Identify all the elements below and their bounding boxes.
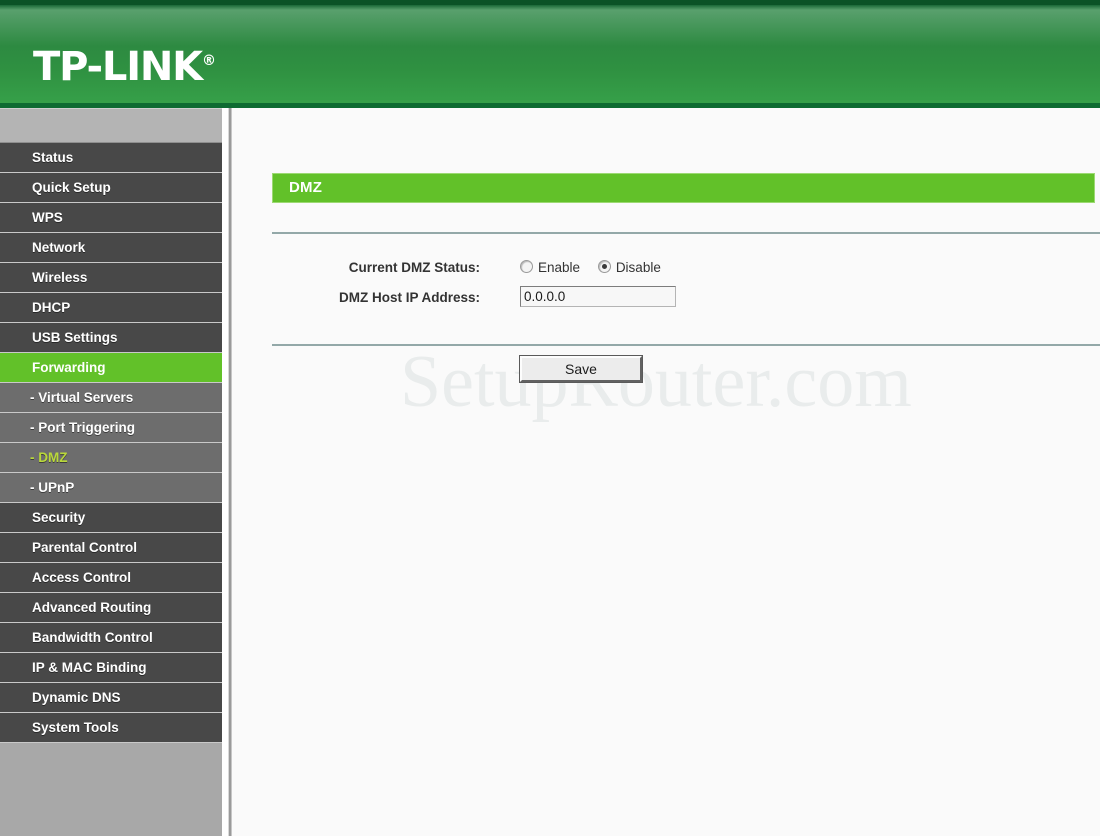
sidebar-item-dhcp[interactable]: DHCP <box>0 293 222 323</box>
registered-mark-icon: ® <box>201 53 216 69</box>
app-header: TP-LINK® <box>0 0 1100 103</box>
radio-enable-label: Enable <box>538 260 581 275</box>
dmz-status-row: Current DMZ Status: Enable Disable <box>232 258 1100 282</box>
sidebar-item-wireless[interactable]: Wireless <box>0 263 222 293</box>
sidebar-item-parental-control[interactable]: Parental Control <box>0 533 222 563</box>
main-content: SetupRouter.com DMZ Current DMZ Status: … <box>232 108 1100 836</box>
page-title: DMZ <box>289 179 323 196</box>
sidebar-top-spacer <box>0 109 222 143</box>
site-watermark: SetupRouter.com <box>400 341 912 423</box>
divider-bottom <box>272 344 1100 346</box>
radio-disable-label: Disable <box>615 260 661 275</box>
dmz-status-radio-group: Enable Disable <box>520 258 675 278</box>
dmz-status-label: Current DMZ Status: <box>348 260 480 275</box>
dmz-host-ip-label: DMZ Host IP Address: <box>338 290 480 305</box>
divider-top <box>272 232 1100 234</box>
sidebar-item-wps[interactable]: WPS <box>0 203 222 233</box>
tp-link-logo: TP-LINK® <box>33 41 216 87</box>
radio-enable-icon <box>520 260 533 273</box>
sidebar-item-upnp[interactable]: - UPnP <box>0 473 222 503</box>
sidebar-item-network[interactable]: Network <box>0 233 222 263</box>
sidebar-item-dmz[interactable]: - DMZ <box>0 443 222 473</box>
logo-text: TP-LINK <box>33 44 203 90</box>
panel-title-bar: DMZ <box>272 173 1095 203</box>
sidebar-item-forwarding[interactable]: Forwarding <box>0 353 222 383</box>
radio-enable[interactable]: Enable <box>520 258 580 278</box>
sidebar-item-port-triggering[interactable]: - Port Triggering <box>0 413 222 443</box>
sidebar-menu: Status Quick Setup WPS Network Wireless DHCP U… <box>0 143 222 743</box>
sidebar-item-quick-setup[interactable]: Quick Setup <box>0 173 222 203</box>
sidebar-item-ip-mac-binding[interactable]: IP & MAC Binding <box>0 653 222 683</box>
sidebar-item-system-tools[interactable]: System Tools <box>0 713 222 743</box>
sidebar-item-advanced-routing[interactable]: Advanced Routing <box>0 593 222 623</box>
dmz-host-ip-input[interactable] <box>520 286 676 307</box>
save-button[interactable]: Save <box>520 356 642 382</box>
header-top-rule <box>0 0 1100 5</box>
sidebar-item-bandwidth-control[interactable]: Bandwidth Control <box>0 623 222 653</box>
sidebar-item-security[interactable]: Security <box>0 503 222 533</box>
sidebar-item-status[interactable]: Status <box>0 143 222 173</box>
sidebar-item-virtual-servers[interactable]: - Virtual Servers <box>0 383 222 413</box>
sidebar-item-usb-settings[interactable]: USB Settings <box>0 323 222 353</box>
radio-disable[interactable]: Disable <box>597 258 661 278</box>
sidebar-nav: Status Quick Setup WPS Network Wireless DHCP U… <box>0 108 222 836</box>
sidebar-item-dynamic-dns[interactable]: Dynamic DNS <box>0 683 222 713</box>
sidebar-item-access-control[interactable]: Access Control <box>0 563 222 593</box>
dmz-host-ip-row: DMZ Host IP Address: <box>232 286 1100 312</box>
radio-disable-icon <box>597 260 611 273</box>
